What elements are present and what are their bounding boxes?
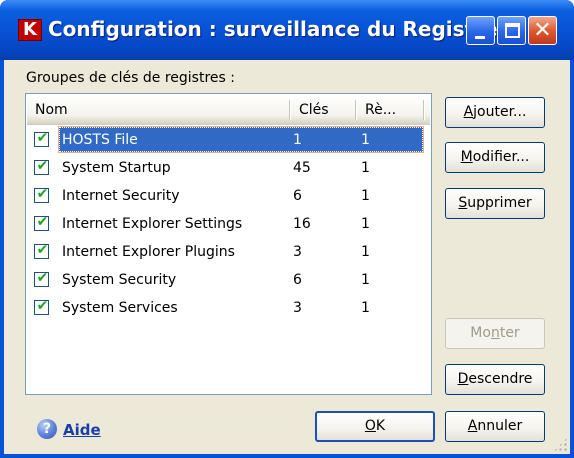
- minimize-icon: [475, 36, 485, 39]
- group-name-cell: System Security: [62, 272, 177, 288]
- row-checkbox[interactable]: ✔: [34, 214, 49, 231]
- rule-count-cell: 1: [361, 272, 370, 288]
- checkmark-icon: ✔: [36, 158, 49, 174]
- checkmark-icon: ✔: [36, 130, 49, 146]
- title-bar[interactable]: Configuration : surveillance du Registre…: [0, 0, 574, 60]
- move-up-button[interactable]: Monter: [445, 318, 545, 349]
- window-title: Configuration : surveillance du Registre: [48, 17, 498, 41]
- add-button[interactable]: Ajouter...: [445, 97, 545, 128]
- modify-button[interactable]: Modifier...: [445, 142, 545, 173]
- rule-count-cell: 1: [361, 216, 370, 232]
- column-header-keys[interactable]: Clés: [291, 95, 355, 125]
- groups-label: Groupes de clés de registres :: [26, 70, 235, 86]
- close-button[interactable]: ✕: [528, 16, 557, 45]
- maximize-icon: [505, 23, 520, 38]
- table-row[interactable]: ✔ System Startup 45 1: [27, 154, 430, 182]
- rule-count-cell: 1: [361, 132, 370, 148]
- checkmark-icon: ✔: [36, 242, 49, 258]
- window-border-bottom: [0, 454, 574, 458]
- registry-groups-list[interactable]: Nom Clés Rè... ✔ HOSTS File 1 1 ✔ System Star…: [25, 93, 432, 395]
- row-checkbox[interactable]: ✔: [34, 270, 49, 287]
- checkmark-icon: ✔: [36, 298, 49, 314]
- rule-count-cell: 1: [361, 300, 370, 316]
- kaspersky-logo-icon: [18, 19, 42, 41]
- rule-count-cell: 1: [361, 188, 370, 204]
- column-header-name[interactable]: Nom: [27, 95, 289, 125]
- group-name-cell: System Services: [62, 300, 178, 316]
- key-count-cell: 3: [293, 244, 302, 260]
- rule-count-cell: 1: [361, 244, 370, 260]
- column-divider[interactable]: [423, 100, 425, 120]
- close-icon: ✕: [533, 18, 552, 43]
- row-checkbox[interactable]: ✔: [34, 242, 49, 259]
- group-name-cell: HOSTS File: [62, 132, 138, 148]
- checkmark-icon: ✔: [36, 214, 49, 230]
- row-checkbox[interactable]: ✔: [34, 130, 49, 147]
- help-icon: ?: [37, 419, 57, 439]
- table-row[interactable]: ✔ Internet Security 6 1: [27, 182, 430, 210]
- ok-button[interactable]: OK: [315, 411, 435, 442]
- row-checkbox[interactable]: ✔: [34, 298, 49, 315]
- move-down-button[interactable]: Descendre: [445, 364, 545, 395]
- list-header: Nom Clés Rè...: [27, 95, 430, 125]
- group-name-cell: Internet Explorer Settings: [62, 216, 243, 232]
- key-count-cell: 6: [293, 272, 302, 288]
- group-name-cell: Internet Security: [62, 188, 180, 204]
- table-row[interactable]: ✔ Internet Explorer Settings 16 1: [27, 210, 430, 238]
- table-row[interactable]: ✔ System Services 3 1: [27, 294, 430, 322]
- key-count-cell: 6: [293, 188, 302, 204]
- group-name-cell: System Startup: [62, 160, 171, 176]
- table-row[interactable]: ✔ HOSTS File 1 1: [27, 126, 430, 154]
- key-count-cell: 16: [293, 216, 311, 232]
- key-count-cell: 3: [293, 300, 302, 316]
- key-count-cell: 45: [293, 160, 311, 176]
- checkmark-icon: ✔: [36, 270, 49, 286]
- rule-count-cell: 1: [361, 160, 370, 176]
- maximize-button[interactable]: [497, 16, 526, 45]
- cancel-button[interactable]: Annuler: [445, 411, 545, 442]
- row-checkbox[interactable]: ✔: [34, 158, 49, 175]
- row-checkbox[interactable]: ✔: [34, 186, 49, 203]
- help-link-label[interactable]: Aide: [63, 418, 101, 442]
- window-border-right: [570, 60, 574, 458]
- dialog-window: Configuration : surveillance du Registre…: [0, 0, 574, 458]
- checkmark-icon: ✔: [36, 186, 49, 202]
- minimize-button[interactable]: [466, 16, 495, 45]
- group-name-cell: Internet Explorer Plugins: [62, 244, 235, 260]
- delete-button[interactable]: Supprimer: [445, 188, 545, 219]
- column-header-rules[interactable]: Rè...: [357, 95, 423, 125]
- table-row[interactable]: ✔ Internet Explorer Plugins 3 1: [27, 238, 430, 266]
- table-row[interactable]: ✔ System Security 6 1: [27, 266, 430, 294]
- key-count-cell: 1: [293, 132, 302, 148]
